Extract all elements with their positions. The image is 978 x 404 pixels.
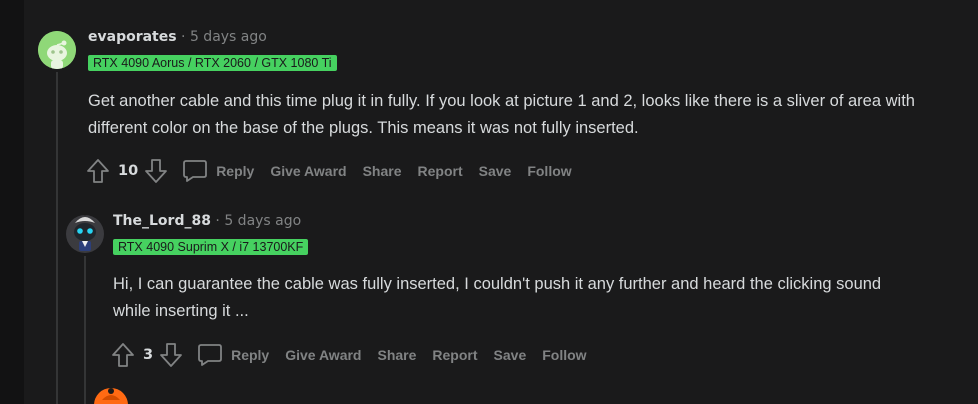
reply-label: Reply (216, 163, 255, 179)
snoo-avatar-icon (94, 388, 128, 404)
comment-bubble-icon (183, 160, 208, 182)
comment-body: Get another cable and this time plug it … (88, 92, 915, 137)
snoo-avatar-icon (66, 210, 104, 253)
user-flair: RTX 4090 Aorus / RTX 2060 / GTX 1080 Ti (88, 55, 337, 71)
snoo-avatar-icon (38, 31, 76, 69)
vote-count: 3 (143, 347, 154, 363)
user-flair: RTX 4090 Suprim X / i7 13700KF (113, 239, 309, 255)
save-button[interactable]: Save (494, 347, 527, 363)
comment-body: Hi, I can guarantee the cable was fully … (113, 275, 882, 320)
upvote-arrow-icon (112, 343, 134, 367)
downvote-arrow-icon (160, 343, 182, 367)
author-name[interactable]: The_Lord_88 (113, 213, 211, 229)
downvote-button[interactable] (159, 342, 183, 368)
upvote-button[interactable] (86, 158, 110, 184)
author-name[interactable]: evaporates (88, 29, 177, 45)
reply-label: Reply (231, 347, 270, 363)
upvote-button[interactable] (111, 342, 135, 368)
save-button[interactable]: Save (479, 163, 512, 179)
avatar[interactable] (38, 31, 76, 69)
avatar[interactable] (66, 207, 104, 253)
share-button[interactable]: Share (377, 347, 416, 363)
report-button[interactable]: Report (432, 347, 477, 363)
comment-actions: 10 Reply Give Award Share Report Save Fo… (86, 156, 572, 186)
vote-count: 10 (118, 163, 139, 179)
reply-button[interactable]: Reply (182, 159, 254, 183)
upvote-arrow-icon (87, 159, 109, 183)
comment-actions: 3 Reply Give Award Share Report Save Fol… (111, 340, 587, 370)
thread-line[interactable] (56, 72, 58, 404)
comment-bubble-icon (198, 344, 222, 366)
give-award-button[interactable]: Give Award (285, 347, 361, 363)
meta-separator: · (181, 29, 186, 45)
share-button[interactable]: Share (363, 163, 402, 179)
follow-button[interactable]: Follow (542, 347, 586, 363)
give-award-button[interactable]: Give Award (270, 163, 346, 179)
reply-button[interactable]: Reply (197, 343, 269, 367)
downvote-button[interactable] (144, 158, 168, 184)
timestamp[interactable]: 5 days ago (190, 29, 267, 45)
avatar[interactable] (94, 388, 128, 404)
downvote-arrow-icon (145, 159, 168, 183)
meta-separator: · (215, 213, 220, 229)
thread-gutter (0, 0, 24, 404)
comment-meta: The_Lord_88 · 5 days ago (113, 213, 301, 229)
timestamp[interactable]: 5 days ago (224, 213, 301, 229)
follow-button[interactable]: Follow (527, 163, 571, 179)
thread-line[interactable] (84, 256, 86, 404)
comment-meta: evaporates · 5 days ago (88, 29, 267, 45)
report-button[interactable]: Report (418, 163, 463, 179)
